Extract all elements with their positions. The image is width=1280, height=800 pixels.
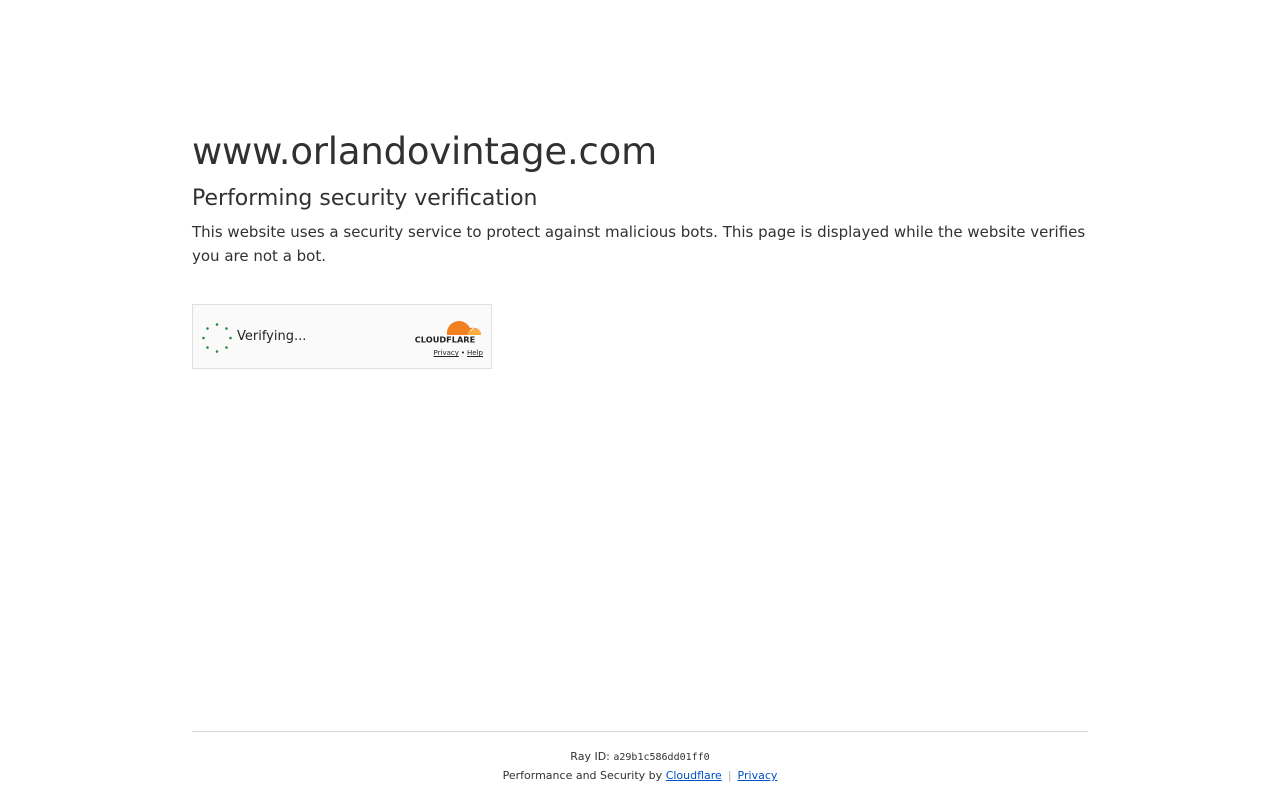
verification-heading: Performing security verification: [192, 186, 538, 211]
challenge-page: www.orlandovintage.com Performing securi…: [0, 0, 1280, 800]
widget-help-link[interactable]: Help: [467, 349, 483, 357]
spinner-icon: [202, 323, 232, 353]
ray-id-label: Ray ID:: [570, 750, 610, 763]
widget-privacy-link[interactable]: Privacy: [434, 349, 459, 357]
turnstile-widget[interactable]: Verifying... CLOUDFLARE Privacy • Help: [192, 304, 492, 369]
performance-line: Performance and Security by Cloudflare | P…: [192, 767, 1088, 785]
performance-text: Performance and Security by: [502, 769, 663, 782]
ray-id-value: a29b1c586dd01ff0: [613, 752, 710, 763]
main-content: www.orlandovintage.com Performing securi…: [192, 128, 1088, 268]
verifying-status: Verifying...: [237, 329, 307, 344]
cloudflare-logo-icon: CLOUDFLARE: [415, 321, 481, 344]
footer-privacy-link[interactable]: Privacy: [738, 769, 778, 782]
footer-divider: [192, 731, 1088, 732]
ray-id-line: Ray ID: a29b1c586dd01ff0: [192, 748, 1088, 767]
widget-link-separator: •: [460, 349, 466, 357]
footer-separator: |: [727, 769, 732, 782]
site-title: www.orlandovintage.com: [192, 130, 657, 173]
verification-description: This website uses a security service to …: [192, 223, 1086, 265]
cloudflare-wordmark: CLOUDFLARE: [415, 335, 475, 344]
widget-links: Privacy • Help: [434, 348, 483, 358]
footer: Ray ID: a29b1c586dd01ff0 Performance and…: [192, 748, 1088, 785]
cloudflare-link[interactable]: Cloudflare: [666, 769, 722, 782]
